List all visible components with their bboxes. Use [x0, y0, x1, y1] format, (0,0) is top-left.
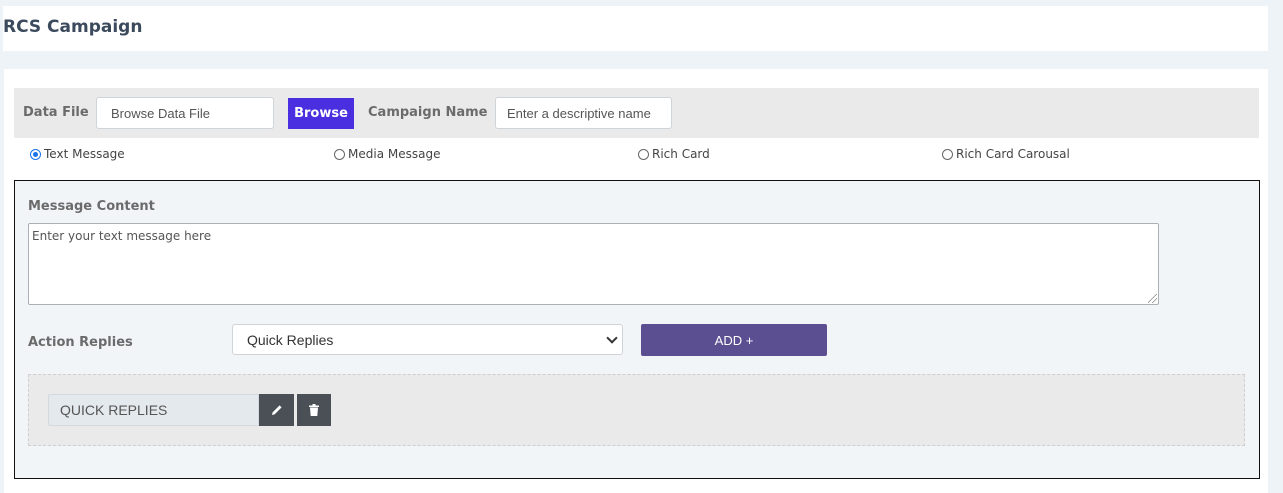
radio-text-message[interactable]: Text Message	[30, 147, 125, 161]
radio-label: Text Message	[44, 147, 125, 161]
delete-button[interactable]	[297, 394, 331, 426]
pencil-icon	[271, 405, 282, 415]
radio-unselected-icon[interactable]	[334, 148, 345, 160]
message-content-label: Message Content	[28, 199, 155, 214]
message-textarea[interactable]: Enter your text message here	[28, 223, 1159, 305]
action-replies-select[interactable]: Quick Replies	[232, 324, 623, 355]
browse-button[interactable]: Browse	[288, 98, 354, 129]
message-placeholder: Enter your text message here	[32, 229, 212, 243]
radio-unselected-icon[interactable]	[638, 148, 649, 160]
add-button[interactable]: ADD +	[641, 324, 827, 356]
trash-icon	[309, 404, 319, 416]
radio-label: Media Message	[348, 147, 441, 161]
campaign-name-input[interactable]: Enter a descriptive name	[495, 97, 672, 129]
radio-unselected-icon[interactable]	[942, 148, 953, 160]
radio-selected-icon[interactable]	[30, 148, 41, 160]
campaign-name-label: Campaign Name	[368, 105, 488, 120]
page-title: RCS Campaign	[3, 17, 143, 37]
page-header	[3, 6, 1268, 51]
radio-rich-card[interactable]: Rich Card	[638, 147, 710, 161]
resize-grip-icon[interactable]	[1148, 294, 1157, 303]
select-value: Quick Replies	[247, 331, 334, 348]
radio-media-message[interactable]: Media Message	[334, 147, 440, 161]
data-file-label: Data File	[23, 105, 89, 120]
radio-label: Rich Card Carousal	[956, 147, 1070, 161]
radio-rich-card-carousal[interactable]: Rich Card Carousal	[942, 147, 1070, 161]
action-replies-label: Action Replies	[28, 335, 133, 350]
data-file-input[interactable]: Browse Data File	[96, 97, 274, 129]
radio-label: Rich Card	[652, 147, 710, 161]
chevron-down-icon	[606, 332, 618, 344]
edit-button[interactable]	[259, 394, 294, 426]
quick-replies-chip: QUICK REPLIES	[48, 394, 259, 426]
